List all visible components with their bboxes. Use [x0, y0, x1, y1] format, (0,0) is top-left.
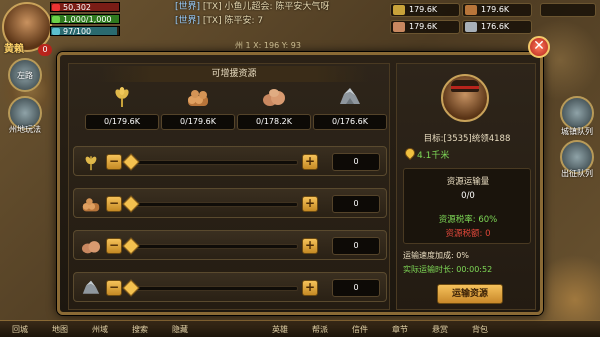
transport-info-section: 目标:[3535]统领4188 4.1千米 资源运输量 0/0 资源税率: 60…	[396, 63, 536, 310]
power-icon	[52, 4, 60, 11]
slider-thumb[interactable]	[122, 153, 140, 171]
transport-summary-box: 资源运输量 0/0 资源税率: 60% 资源税额: 0	[403, 168, 531, 244]
stone-icon	[82, 241, 100, 254]
speed-bonus: 运输速度加成: 0%	[403, 251, 469, 260]
slider-row-wheat: − + 0	[73, 146, 387, 176]
side-button-town-queue[interactable]	[560, 96, 594, 130]
iron-capacity: 0/176.6K	[313, 114, 387, 130]
nav-mail[interactable]: 信件	[340, 324, 380, 335]
wood-capacity: 0/179.6K	[161, 114, 235, 130]
amount-input[interactable]: 0	[332, 237, 380, 255]
amount-slider[interactable]	[122, 195, 298, 213]
power-stat: 50,302	[50, 2, 120, 12]
troops-stat: 97/100	[50, 26, 120, 36]
distance-value: 4.1千米	[417, 151, 450, 161]
top-iron[interactable]: 176.6K	[462, 20, 532, 34]
side-label: 出征队列	[561, 169, 593, 178]
stone-icon	[393, 22, 405, 32]
nav-return-city[interactable]: 回城	[0, 324, 40, 335]
stone-capacity: 0/178.2K	[237, 114, 311, 130]
reinforce-resource-dialog: 可增援资源 0/179.6K 0/179.6K 0/178.2K 0/176.6…	[57, 52, 543, 315]
amount-input[interactable]: 0	[332, 195, 380, 213]
nav-guild[interactable]: 帮派	[300, 324, 340, 335]
amount-slider[interactable]	[122, 279, 298, 297]
slider-row-wood: − + 0	[73, 188, 387, 218]
wood-icon	[465, 5, 477, 15]
iron-icon	[465, 22, 477, 32]
increase-button[interactable]: +	[302, 238, 318, 254]
side-label: 左路	[17, 71, 33, 80]
transport-amount-value: 0/0	[461, 191, 475, 201]
increase-button[interactable]: +	[302, 280, 318, 296]
dialog-title: 可增援资源	[99, 66, 369, 82]
wood-icon	[188, 90, 208, 106]
wheat-icon	[115, 87, 129, 107]
stamina-stat: 1,000/1,000	[50, 14, 120, 24]
slider-thumb[interactable]	[122, 195, 140, 213]
iron-icon	[340, 88, 360, 104]
target-label: 目标:[3535]统领4188	[423, 134, 511, 144]
resource-column-stone: 0/178.2K	[237, 86, 311, 132]
slider-row-stone: − + 0	[73, 230, 387, 260]
close-icon: ✕	[533, 38, 545, 54]
top-stone[interactable]: 179.6K	[390, 20, 460, 34]
bottom-nav: 回城 地图 州域 搜索 隐藏 英雄 帮派 信件 章节 悬赏 背包	[0, 320, 600, 337]
player-name: 黄赖	[4, 44, 24, 55]
amount-input[interactable]: 0	[332, 153, 380, 171]
troops-icon	[52, 28, 60, 35]
amount-slider[interactable]	[122, 237, 298, 255]
tax-rate: 资源税率: 60%	[438, 215, 498, 225]
player-level-badge: 0	[38, 44, 52, 56]
decrease-button[interactable]: −	[106, 154, 122, 170]
wheat-icon	[393, 5, 405, 15]
nav-backpack[interactable]: 背包	[460, 324, 500, 335]
tax-amount: 资源税额: 0	[445, 229, 491, 239]
close-button[interactable]: ✕	[528, 36, 550, 58]
top-wood[interactable]: 179.6K	[462, 3, 532, 17]
slider-thumb[interactable]	[122, 279, 140, 297]
transport-amount-label: 资源运输量	[446, 177, 490, 187]
nav-chapter[interactable]: 章节	[380, 324, 420, 335]
resource-column-iron: 0/176.6K	[313, 86, 387, 132]
amount-slider[interactable]	[122, 153, 298, 171]
decrease-button[interactable]: −	[106, 280, 122, 296]
iron-icon	[82, 280, 100, 294]
transport-resources-button[interactable]: 运输资源	[437, 284, 503, 304]
side-label: 城镇队列	[561, 127, 593, 136]
nav-hide[interactable]: 隐藏	[160, 324, 200, 335]
nav-search[interactable]: 搜索	[120, 324, 160, 335]
increase-button[interactable]: +	[302, 154, 318, 170]
wheat-icon	[85, 156, 97, 171]
stone-icon	[263, 89, 285, 106]
wood-icon	[82, 198, 100, 212]
transport-duration: 实际运输时长: 00:00:52	[403, 265, 493, 274]
top-wheat[interactable]: 179.6K	[390, 3, 460, 17]
decrease-button[interactable]: −	[106, 238, 122, 254]
decrease-button[interactable]: −	[106, 196, 122, 212]
location-pin-icon	[402, 145, 418, 161]
wheat-capacity: 0/179.6K	[85, 114, 159, 130]
resource-column-wood: 0/179.6K	[161, 86, 235, 132]
nav-state[interactable]: 州域	[80, 324, 120, 335]
target-avatar	[441, 74, 489, 122]
stamina-icon	[52, 16, 60, 23]
slider-row-iron: − + 0	[73, 272, 387, 302]
increase-button[interactable]: +	[302, 196, 318, 212]
gold-counter[interactable]	[540, 3, 596, 17]
slider-thumb[interactable]	[122, 237, 140, 255]
resource-allocation-section: 可增援资源 0/179.6K 0/179.6K 0/178.2K 0/176.6…	[68, 63, 390, 310]
coordinate-readout: 州 1 X: 196 Y: 93	[235, 41, 301, 50]
nav-bounty[interactable]: 悬赏	[420, 324, 460, 335]
nav-hero[interactable]: 英雄	[260, 324, 300, 335]
side-label: 州地玩法	[9, 125, 41, 134]
amount-input[interactable]: 0	[332, 279, 380, 297]
resource-column-wheat: 0/179.6K	[85, 86, 159, 132]
nav-map[interactable]: 地图	[40, 324, 80, 335]
